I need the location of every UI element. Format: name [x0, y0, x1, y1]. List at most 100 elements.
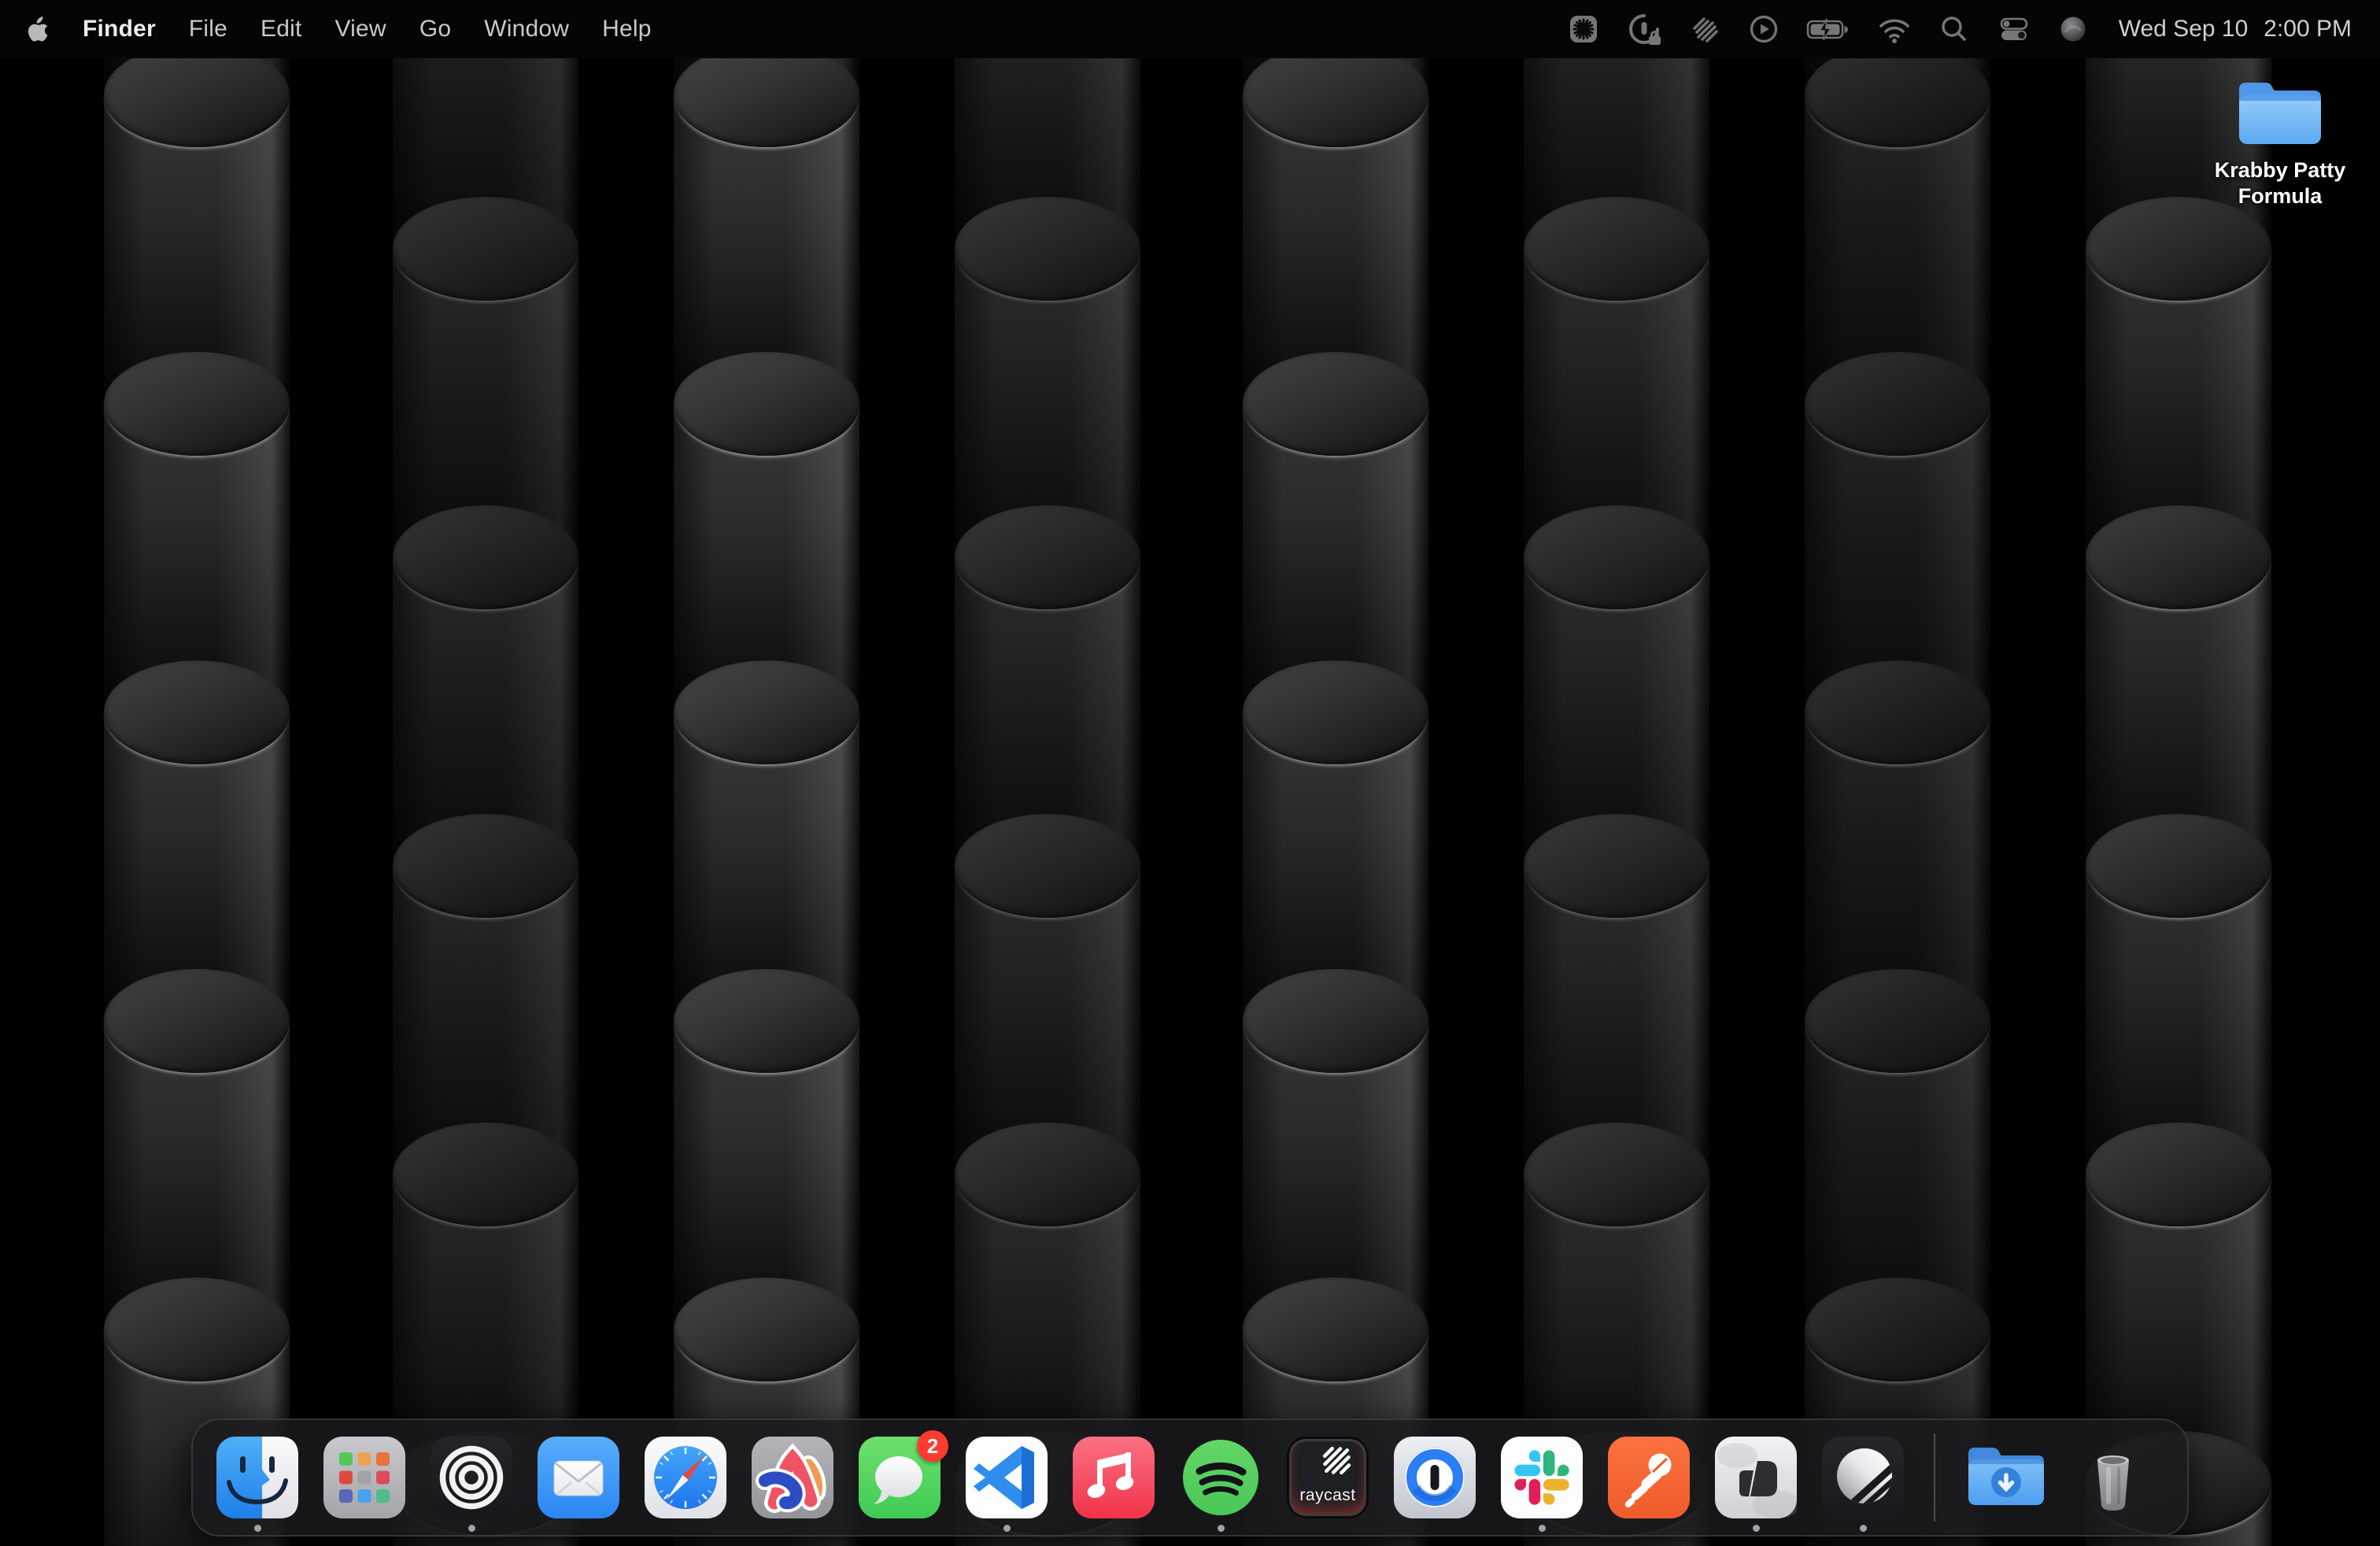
- wallpaper-cylinder-top: [674, 43, 859, 147]
- running-indicator: [1753, 1525, 1760, 1532]
- running-indicator: [254, 1525, 261, 1532]
- running-indicator: [1539, 1525, 1546, 1532]
- wallpaper-cylinder-top: [1243, 43, 1428, 147]
- wallpaper-cylinder-top: [393, 505, 578, 609]
- wallpaper-cylinder-top: [955, 1123, 1140, 1226]
- wallpaper-cylinder-top: [393, 814, 578, 918]
- trash-icon: [2072, 1437, 2154, 1518]
- menu-item-view[interactable]: View: [335, 16, 386, 43]
- wallpaper-cylinder-top: [2086, 1123, 2271, 1226]
- wallpaper-cylinder-top: [2086, 814, 2271, 918]
- wallpaper-cylinder-top: [1243, 352, 1428, 456]
- dock-item-launchpad[interactable]: [323, 1437, 405, 1518]
- wallpaper-cylinder-top: [1243, 969, 1428, 1073]
- menu-item-app-name[interactable]: Finder: [83, 16, 156, 43]
- wallpaper-cylinder-top: [1524, 505, 1709, 609]
- downloads-folder-icon: [1965, 1437, 2047, 1518]
- battery-charging-icon[interactable]: [1805, 12, 1851, 46]
- running-indicator: [1003, 1525, 1011, 1532]
- hatched-diamond-icon[interactable]: [1687, 12, 1722, 46]
- concentric-circles-icon: [431, 1437, 512, 1518]
- vscode-icon: [966, 1437, 1048, 1518]
- dock-item-safari[interactable]: [645, 1437, 726, 1518]
- wallpaper-cylinder-top: [1805, 352, 1990, 456]
- password-lock-icon[interactable]: [1626, 11, 1662, 47]
- folder-label: Krabby Patty Formula: [2215, 157, 2346, 209]
- dock-item-slack[interactable]: [1501, 1437, 1583, 1518]
- arc-browser-icon: [752, 1437, 833, 1518]
- siri-icon[interactable]: [2057, 13, 2089, 45]
- menu-bar-clock[interactable]: Wed Sep 10 2:00 PM: [2119, 16, 2352, 43]
- wallpaper-cylinder-top: [104, 1278, 290, 1381]
- dock-item-dia[interactable]: [1715, 1437, 1797, 1518]
- apple-menu[interactable]: [28, 17, 50, 42]
- dock-item-mail[interactable]: [538, 1437, 619, 1518]
- wallpaper-cylinder-top: [104, 969, 290, 1073]
- wallpaper-cylinder-top: [674, 352, 859, 456]
- dock-item-vscode[interactable]: [966, 1437, 1048, 1518]
- wallpaper-cylinder-top: [2086, 505, 2271, 609]
- menu-bar: Finder File Edit View Go Window Help: [0, 0, 2380, 58]
- wallpaper-cylinder-top: [674, 660, 859, 764]
- menu-bar-left: Finder File Edit View Go Window Help: [28, 16, 652, 43]
- spotify-icon: [1180, 1437, 1262, 1518]
- dock-item-concentric-circles-app[interactable]: [431, 1437, 512, 1518]
- wallpaper-cylinder-top: [104, 352, 290, 456]
- macos-desktop: Finder File Edit View Go Window Help: [0, 0, 2380, 1546]
- safari-icon: [645, 1437, 726, 1518]
- dock-item-comet[interactable]: [1822, 1437, 1904, 1518]
- wallpaper-cylinder-top: [1805, 43, 1990, 147]
- dock-item-messages[interactable]: 2: [859, 1437, 941, 1518]
- finder-icon: [216, 1437, 298, 1518]
- dock-item-raycast[interactable]: raycast: [1287, 1437, 1369, 1518]
- spotlight-search-icon[interactable]: [1938, 13, 1971, 46]
- dia-icon: [1715, 1437, 1797, 1518]
- launchpad-icon: [323, 1437, 405, 1518]
- 1password-icon: [1394, 1437, 1476, 1518]
- raycast-icon: raycast: [1287, 1437, 1369, 1518]
- wallpaper-cylinder-top: [955, 814, 1140, 918]
- menu-item-edit[interactable]: Edit: [261, 16, 302, 43]
- wallpaper-cylinder-top: [1524, 197, 1709, 301]
- dock-item-arc[interactable]: [752, 1437, 833, 1518]
- wallpaper-cylinder-top: [1524, 1123, 1709, 1226]
- wallpaper-cylinder-top: [955, 505, 1140, 609]
- burst-app-icon[interactable]: [1566, 12, 1601, 46]
- folder-icon: [2232, 72, 2328, 150]
- running-indicator: [1218, 1525, 1225, 1532]
- menu-item-file[interactable]: File: [189, 16, 227, 43]
- wallpaper: [0, 0, 2380, 1546]
- dock-item-music[interactable]: [1073, 1437, 1155, 1518]
- wallpaper-cylinder-top: [1805, 1278, 1990, 1381]
- comet-striped-sphere-icon: [1822, 1437, 1904, 1518]
- raycast-glyph: [1287, 1437, 1369, 1518]
- dock-item-spotify[interactable]: [1180, 1437, 1262, 1518]
- wifi-icon[interactable]: [1876, 13, 1913, 46]
- dock-item-trash[interactable]: [2072, 1437, 2154, 1518]
- apple-music-icon: [1073, 1437, 1155, 1518]
- menu-item-window[interactable]: Window: [484, 16, 569, 43]
- raycast-label: raycast: [1287, 1486, 1369, 1505]
- control-center-icon[interactable]: [1996, 13, 2032, 46]
- wallpaper-cylinder-top: [674, 1278, 859, 1381]
- menu-item-go[interactable]: Go: [419, 16, 451, 43]
- wallpaper-cylinder-top: [104, 660, 290, 764]
- menu-bar-status-area: Wed Sep 10 2:00 PM: [1566, 11, 2352, 47]
- dock-divider[interactable]: [1934, 1433, 1935, 1522]
- wallpaper-cylinder-top: [2086, 197, 2271, 301]
- wallpaper-cylinder-top: [955, 197, 1140, 301]
- wallpaper-cylinder-top: [674, 969, 859, 1073]
- wallpaper-cylinder-top: [393, 1123, 578, 1226]
- postman-icon: [1608, 1437, 1690, 1518]
- dock-item-1password[interactable]: [1394, 1437, 1476, 1518]
- wallpaper-cylinder-top: [393, 197, 578, 301]
- now-playing-icon[interactable]: [1747, 13, 1780, 46]
- dock-item-postman[interactable]: [1608, 1437, 1690, 1518]
- wallpaper-cylinder-top: [1805, 969, 1990, 1073]
- desktop-folder-krabby-patty[interactable]: Krabby Patty Formula: [2213, 72, 2347, 209]
- wallpaper-cylinder-top: [104, 43, 290, 147]
- dock-item-finder[interactable]: [216, 1437, 298, 1518]
- dock-item-downloads[interactable]: [1965, 1437, 2047, 1518]
- mail-icon: [538, 1437, 619, 1518]
- menu-item-help[interactable]: Help: [602, 16, 652, 43]
